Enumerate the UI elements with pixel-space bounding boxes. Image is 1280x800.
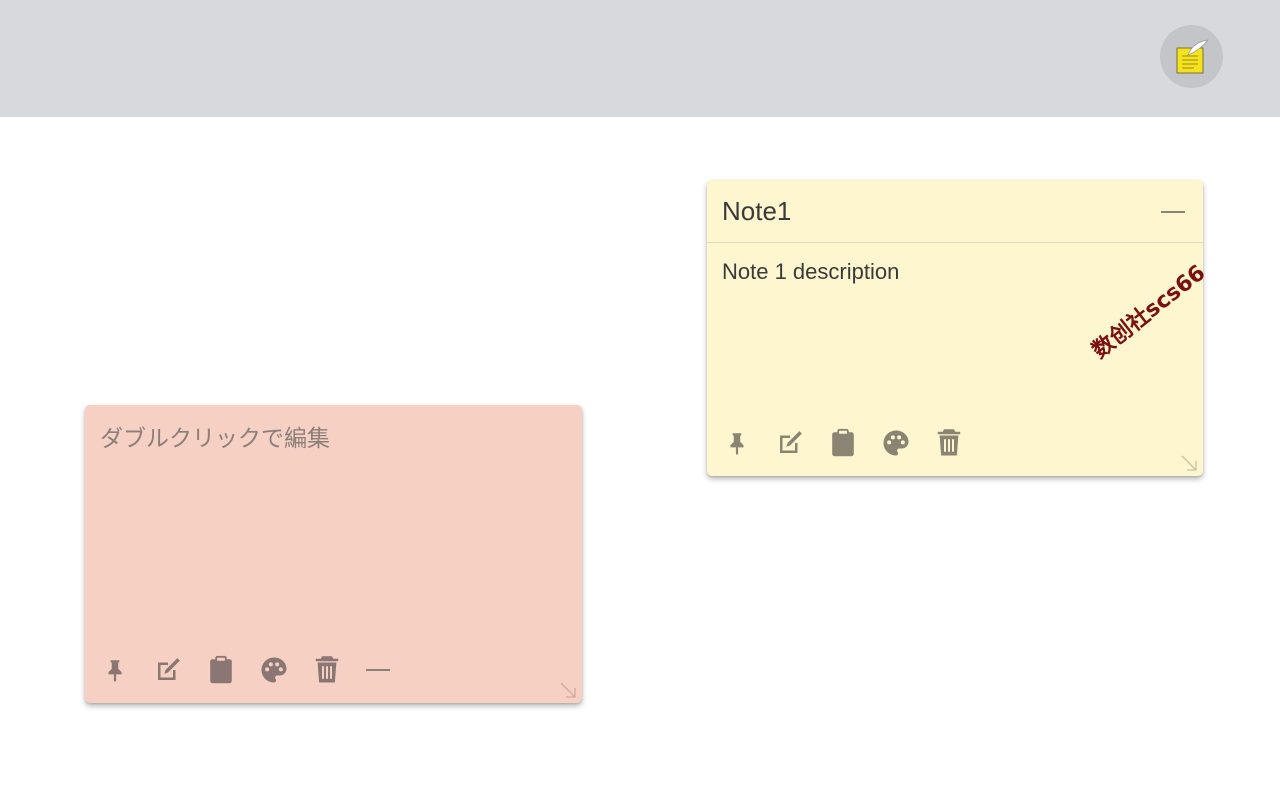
- resize-handle-icon[interactable]: [1179, 453, 1199, 473]
- delete-button[interactable]: [934, 428, 964, 458]
- clipboard-button[interactable]: [206, 655, 236, 685]
- palette-icon: [261, 657, 287, 683]
- palette-icon: [883, 430, 909, 456]
- note-card-untitled[interactable]: ダブルクリックで編集: [85, 405, 582, 703]
- edit-button[interactable]: [775, 428, 805, 458]
- trash-icon: [315, 656, 339, 683]
- color-palette-button[interactable]: [259, 655, 289, 685]
- note-header: Note1: [707, 180, 1203, 243]
- pin-icon: [730, 433, 744, 455]
- note-description[interactable]: Note 1 description: [722, 259, 899, 285]
- pin-button[interactable]: [100, 655, 130, 685]
- minimize-button[interactable]: [365, 655, 391, 685]
- clipboard-icon: [210, 655, 232, 684]
- edit-icon: [780, 431, 802, 453]
- trash-icon: [937, 429, 961, 456]
- clipboard-icon: [832, 428, 854, 457]
- top-bar: [0, 0, 1280, 117]
- note-toolbar: [722, 428, 987, 458]
- pin-icon: [108, 660, 122, 682]
- note-placeholder[interactable]: ダブルクリックで編集: [100, 419, 330, 453]
- edit-button[interactable]: [153, 655, 183, 685]
- note-toolbar: [100, 655, 391, 685]
- clipboard-button[interactable]: [828, 428, 858, 458]
- new-note-button[interactable]: [1160, 25, 1223, 88]
- sticky-note-quill-icon: [1176, 38, 1209, 73]
- delete-button[interactable]: [312, 655, 342, 685]
- note-title[interactable]: Note1: [722, 196, 791, 226]
- color-palette-button[interactable]: [881, 428, 911, 458]
- minimize-button[interactable]: [1160, 202, 1186, 222]
- pin-button[interactable]: [722, 428, 752, 458]
- resize-handle-icon[interactable]: [558, 680, 578, 700]
- edit-icon: [158, 658, 180, 680]
